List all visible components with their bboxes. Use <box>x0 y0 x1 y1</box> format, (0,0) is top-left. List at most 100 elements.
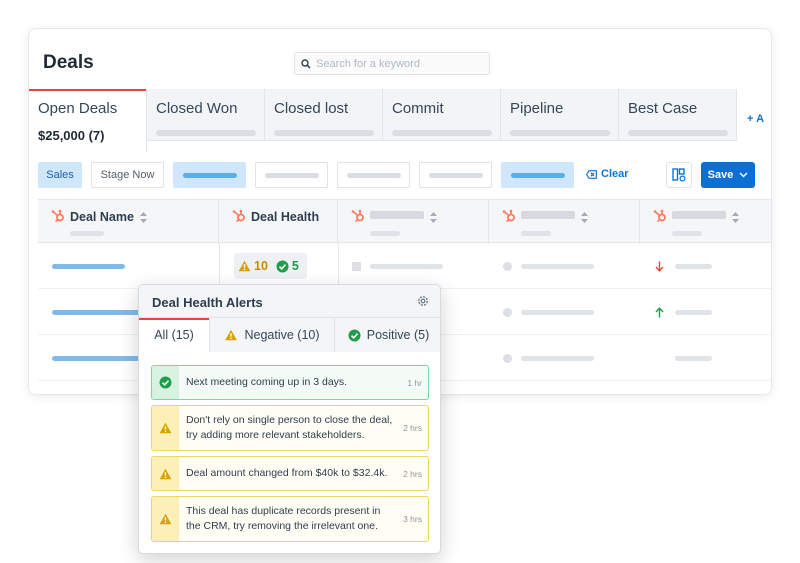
chevron-down-icon <box>739 172 748 178</box>
filter-chip[interactable] <box>419 162 492 188</box>
tab-positive-alerts[interactable]: Positive (5) <box>335 318 440 352</box>
deal-name-placeholder[interactable] <box>52 356 142 361</box>
table-row[interactable] <box>38 243 771 289</box>
deal-name-placeholder[interactable] <box>52 264 125 269</box>
popup-tabs: All (15) Negative (10) Positive (5) <box>139 318 440 352</box>
tab-label: Open Deals <box>38 100 118 117</box>
sales-filter-chip[interactable]: Sales <box>38 162 82 188</box>
tab-label: Closed lost <box>274 100 349 117</box>
search-input[interactable] <box>316 57 486 70</box>
deal-stage-tabs: Open Deals $25,000 (7) Closed Won Closed… <box>29 89 771 152</box>
deal-health-alerts-popup: Deal Health Alerts All (15) Negative (10… <box>138 284 441 554</box>
alert-item-negative[interactable]: Don't rely on single person to close the… <box>151 405 429 451</box>
save-button[interactable]: Save <box>701 162 755 188</box>
cell-placeholder <box>675 310 712 315</box>
hubspot-icon <box>232 209 245 223</box>
sort-icon[interactable] <box>581 212 588 223</box>
column-label: Deal Health <box>251 210 320 224</box>
column-settings-button[interactable] <box>666 162 692 188</box>
filter-chip[interactable] <box>173 162 246 188</box>
column-header-placeholder[interactable] <box>338 200 489 244</box>
alert-icon-box <box>152 366 179 399</box>
stage-filter-chip[interactable]: Stage Now <box>91 162 164 188</box>
warning-icon <box>159 422 172 434</box>
tab-pipeline[interactable]: Pipeline <box>501 89 619 141</box>
tab-label: Commit <box>392 100 444 117</box>
alert-item-positive[interactable]: Next meeting coming up in 3 days. 1 hr <box>151 365 429 400</box>
deal-health-badge[interactable]: 10 5 <box>234 253 307 279</box>
tab-placeholder-bar <box>510 130 610 136</box>
warning-icon <box>238 260 251 272</box>
warning-icon <box>159 513 172 525</box>
sort-icon[interactable] <box>732 212 739 223</box>
tab-all-alerts[interactable]: All (15) <box>139 318 210 352</box>
cell-placeholder <box>675 264 712 269</box>
deal-name-placeholder[interactable] <box>52 310 142 315</box>
alert-item-negative[interactable]: This deal has duplicate records present … <box>151 496 429 542</box>
column-label-placeholder <box>521 211 575 219</box>
filter-placeholder-bar <box>428 172 483 178</box>
tab-commit[interactable]: Commit <box>383 89 501 141</box>
tab-closed-lost[interactable]: Closed lost <box>265 89 383 141</box>
row-square-marker <box>352 262 361 271</box>
alert-text: Deal amount changed from $40k to $32.4k. <box>186 467 388 479</box>
alert-icon-box <box>152 497 179 541</box>
alert-text: Next meeting coming up in 3 days. <box>186 376 348 388</box>
column-sub-placeholder <box>70 231 104 236</box>
tab-placeholder-bar <box>274 130 374 136</box>
alert-icon-box <box>152 457 179 490</box>
row-dot-marker <box>503 354 512 363</box>
tab-placeholder-bar <box>628 130 728 136</box>
tab-best-case[interactable]: Best Case <box>619 89 737 141</box>
column-header-deal-name[interactable]: Deal Name <box>38 200 219 244</box>
search-box[interactable] <box>294 52 490 75</box>
hubspot-icon <box>351 209 364 223</box>
check-circle-icon <box>159 376 172 389</box>
tab-open-deals[interactable]: Open Deals $25,000 (7) <box>29 89 147 152</box>
cell-placeholder <box>675 356 712 361</box>
column-header-deal-health[interactable]: Deal Health <box>219 200 338 244</box>
cell-placeholder <box>521 356 594 361</box>
column-sub-placeholder <box>370 231 400 236</box>
positive-count: 5 <box>291 259 299 273</box>
row-dot-marker <box>503 308 512 317</box>
column-label-placeholder <box>672 211 726 219</box>
tab-closed-won[interactable]: Closed Won <box>147 89 265 141</box>
warning-icon <box>159 468 172 479</box>
column-header-placeholder[interactable] <box>489 200 640 244</box>
gear-icon[interactable] <box>416 294 430 308</box>
column-sub-placeholder <box>521 231 551 236</box>
popup-header: Deal Health Alerts <box>139 285 440 318</box>
sort-icon[interactable] <box>140 212 147 223</box>
tab-label: Pipeline <box>510 100 564 117</box>
filter-placeholder-bar <box>346 172 401 178</box>
filter-chip[interactable] <box>255 162 328 188</box>
clear-filters-button[interactable]: Clear <box>586 168 629 180</box>
cell-placeholder <box>521 264 594 269</box>
alert-item-negative[interactable]: Deal amount changed from $40k to $32.4k.… <box>151 456 429 491</box>
check-circle-icon <box>276 260 289 272</box>
filter-chip[interactable] <box>337 162 410 188</box>
alert-time: 3 hrs <box>403 514 422 524</box>
filter-bar: Sales Stage Now Clear Save <box>29 162 771 188</box>
column-label: Deal Name <box>70 210 134 224</box>
alert-icon-box <box>152 406 179 450</box>
filter-placeholder-bar <box>182 172 237 178</box>
tab-value: $25,000 (7) <box>38 128 105 143</box>
arrow-down-icon <box>655 261 664 272</box>
sort-icon[interactable] <box>430 212 437 223</box>
column-header-placeholder[interactable] <box>640 200 771 244</box>
alert-time: 2 hrs <box>403 468 422 479</box>
filter-chip[interactable] <box>501 162 574 188</box>
clear-icon <box>586 169 597 179</box>
cell-placeholder <box>521 310 594 315</box>
alert-time: 2 hrs <box>403 423 422 433</box>
column-label-placeholder <box>370 211 424 219</box>
clear-label: Clear <box>601 168 629 180</box>
add-tab-button[interactable]: + A <box>747 113 764 125</box>
tab-negative-alerts[interactable]: Negative (10) <box>210 318 335 352</box>
hubspot-icon <box>502 209 515 223</box>
tab-placeholder-bar <box>392 130 492 136</box>
arrow-up-icon <box>655 307 664 318</box>
table-header: Deal Name Deal Health <box>38 199 771 244</box>
